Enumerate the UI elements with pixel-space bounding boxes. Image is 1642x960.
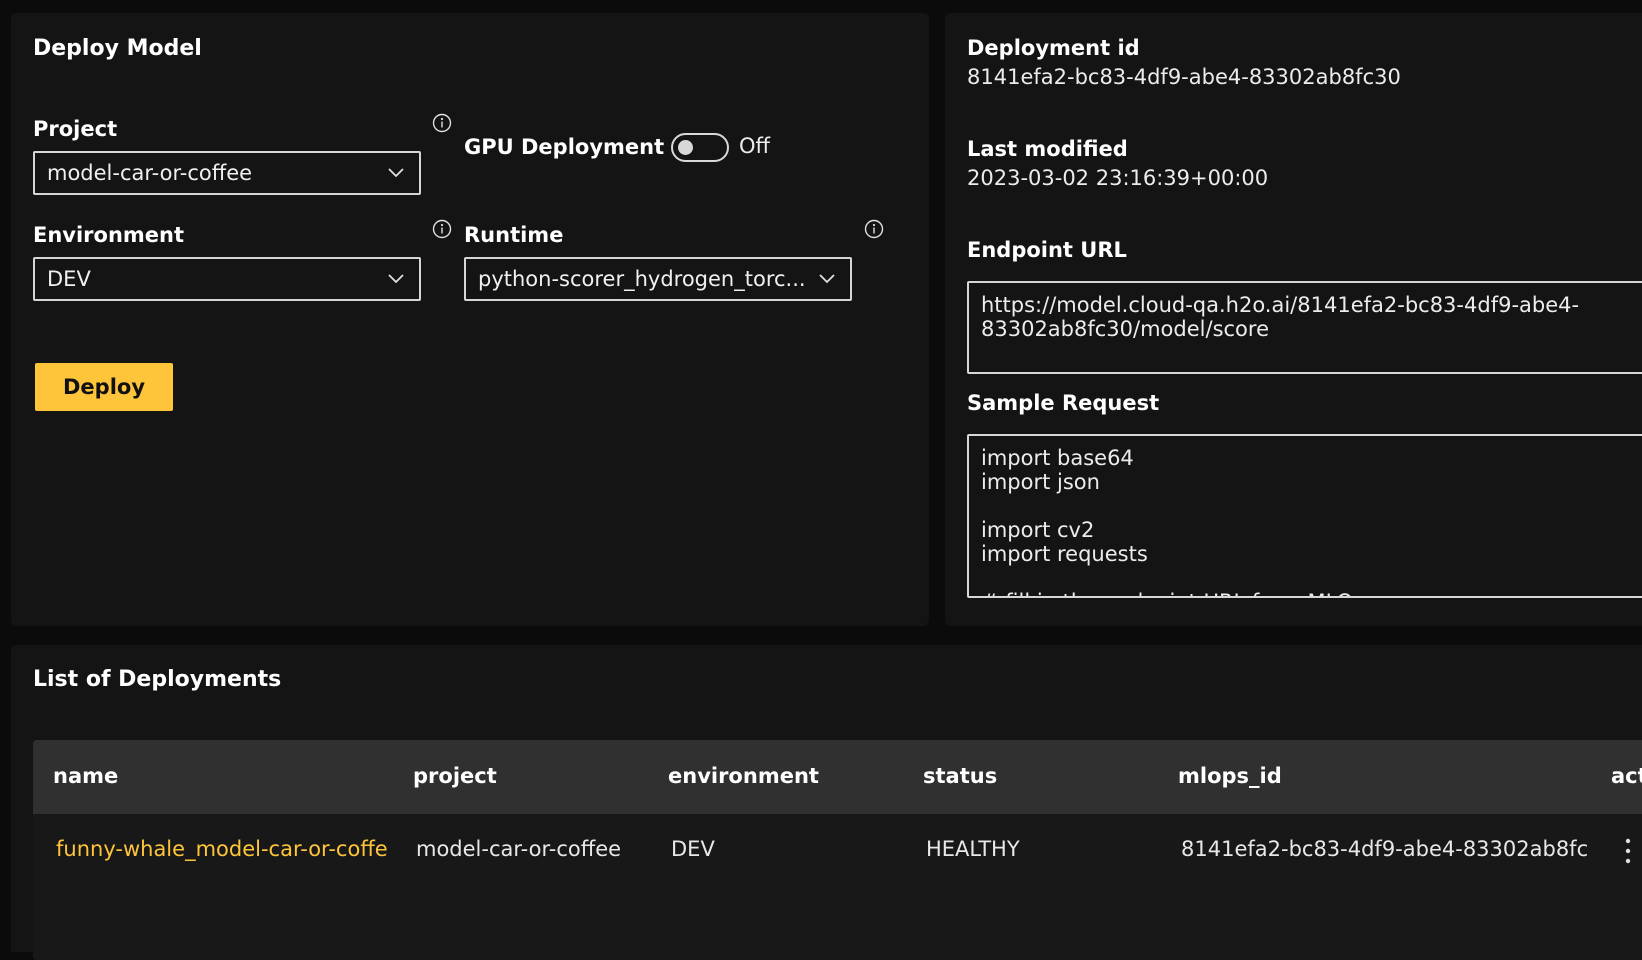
- environment-info-icon[interactable]: [432, 219, 452, 239]
- code-line: import base64: [981, 446, 1134, 470]
- project-info-icon[interactable]: [432, 113, 452, 133]
- deployments-table: name project environment status mlops_id…: [33, 740, 1642, 960]
- project-select-value: model-car-or-coffee: [47, 161, 253, 185]
- column-header-environment[interactable]: environment: [668, 764, 819, 788]
- gpu-deployment-label: GPU Deployment: [464, 135, 665, 159]
- chevron-down-icon: [388, 274, 404, 284]
- environment-select-value: DEV: [47, 267, 91, 291]
- column-header-status[interactable]: status: [923, 764, 997, 788]
- endpoint-url-label: Endpoint URL: [967, 238, 1127, 262]
- deploy-model-panel: Deploy Model Project model-car-or-coffee…: [11, 13, 929, 626]
- endpoint-url-line: https://model.cloud-qa.h2o.ai/8141efa2-b…: [981, 293, 1580, 317]
- endpoint-url-field[interactable]: https://model.cloud-qa.h2o.ai/8141efa2-b…: [967, 281, 1642, 374]
- last-modified-value: 2023-03-02 23:16:39+00:00: [967, 166, 1269, 190]
- cell-status: HEALTHY: [926, 837, 1020, 861]
- deployment-details-panel: Deployment id 8141efa2-bc83-4df9-abe4-83…: [945, 13, 1642, 626]
- cell-project: model-car-or-coffee: [416, 837, 622, 861]
- column-header-name[interactable]: name: [53, 764, 118, 788]
- gpu-deployment-toggle[interactable]: [671, 133, 729, 162]
- runtime-select-value: python-scorer_hydrogen_torc...: [478, 267, 806, 291]
- column-header-actions[interactable]: act: [1611, 764, 1642, 788]
- environment-select[interactable]: DEV: [33, 257, 421, 301]
- code-line: import cv2: [981, 518, 1095, 542]
- endpoint-url-line: 83302ab8fc30/model/score: [981, 317, 1269, 341]
- project-label: Project: [33, 117, 118, 141]
- project-select[interactable]: model-car-or-coffee: [33, 151, 421, 195]
- runtime-select[interactable]: python-scorer_hydrogen_torc...: [464, 257, 852, 301]
- code-line: # fill in the endpoint URL from MLOps: [981, 590, 1642, 596]
- gpu-toggle-state: Off: [739, 134, 770, 158]
- column-header-project[interactable]: project: [413, 764, 497, 788]
- chevron-down-icon: [388, 168, 404, 178]
- sample-request-label: Sample Request: [967, 391, 1160, 415]
- sample-request-field[interactable]: import base64 import json import cv2 imp…: [967, 434, 1642, 598]
- column-header-mlops-id[interactable]: mlops_id: [1178, 764, 1282, 788]
- last-modified-label: Last modified: [967, 137, 1128, 161]
- runtime-info-icon[interactable]: [864, 219, 884, 239]
- code-line: import json: [981, 470, 1100, 494]
- cell-mlops-id: 8141efa2-bc83-4df9-abe4-83302ab8fc: [1181, 837, 1589, 861]
- deploy-model-title: Deploy Model: [33, 36, 202, 61]
- table-header: name project environment status mlops_id…: [33, 740, 1642, 814]
- deployments-title: List of Deployments: [33, 667, 282, 692]
- deployment-id-value: 8141efa2-bc83-4df9-abe4-83302ab8fc30: [967, 65, 1401, 89]
- environment-label: Environment: [33, 223, 185, 247]
- deployment-id-label: Deployment id: [967, 36, 1140, 60]
- toggle-knob: [678, 140, 693, 155]
- row-actions-kebab-icon[interactable]: [1623, 836, 1633, 866]
- runtime-label: Runtime: [464, 223, 564, 247]
- deployment-name-link[interactable]: funny-whale_model-car-or-coffe: [56, 837, 411, 861]
- cell-environment: DEV: [671, 837, 715, 861]
- code-line: import requests: [981, 542, 1148, 566]
- deploy-button[interactable]: Deploy: [35, 363, 173, 411]
- chevron-down-icon: [819, 274, 835, 284]
